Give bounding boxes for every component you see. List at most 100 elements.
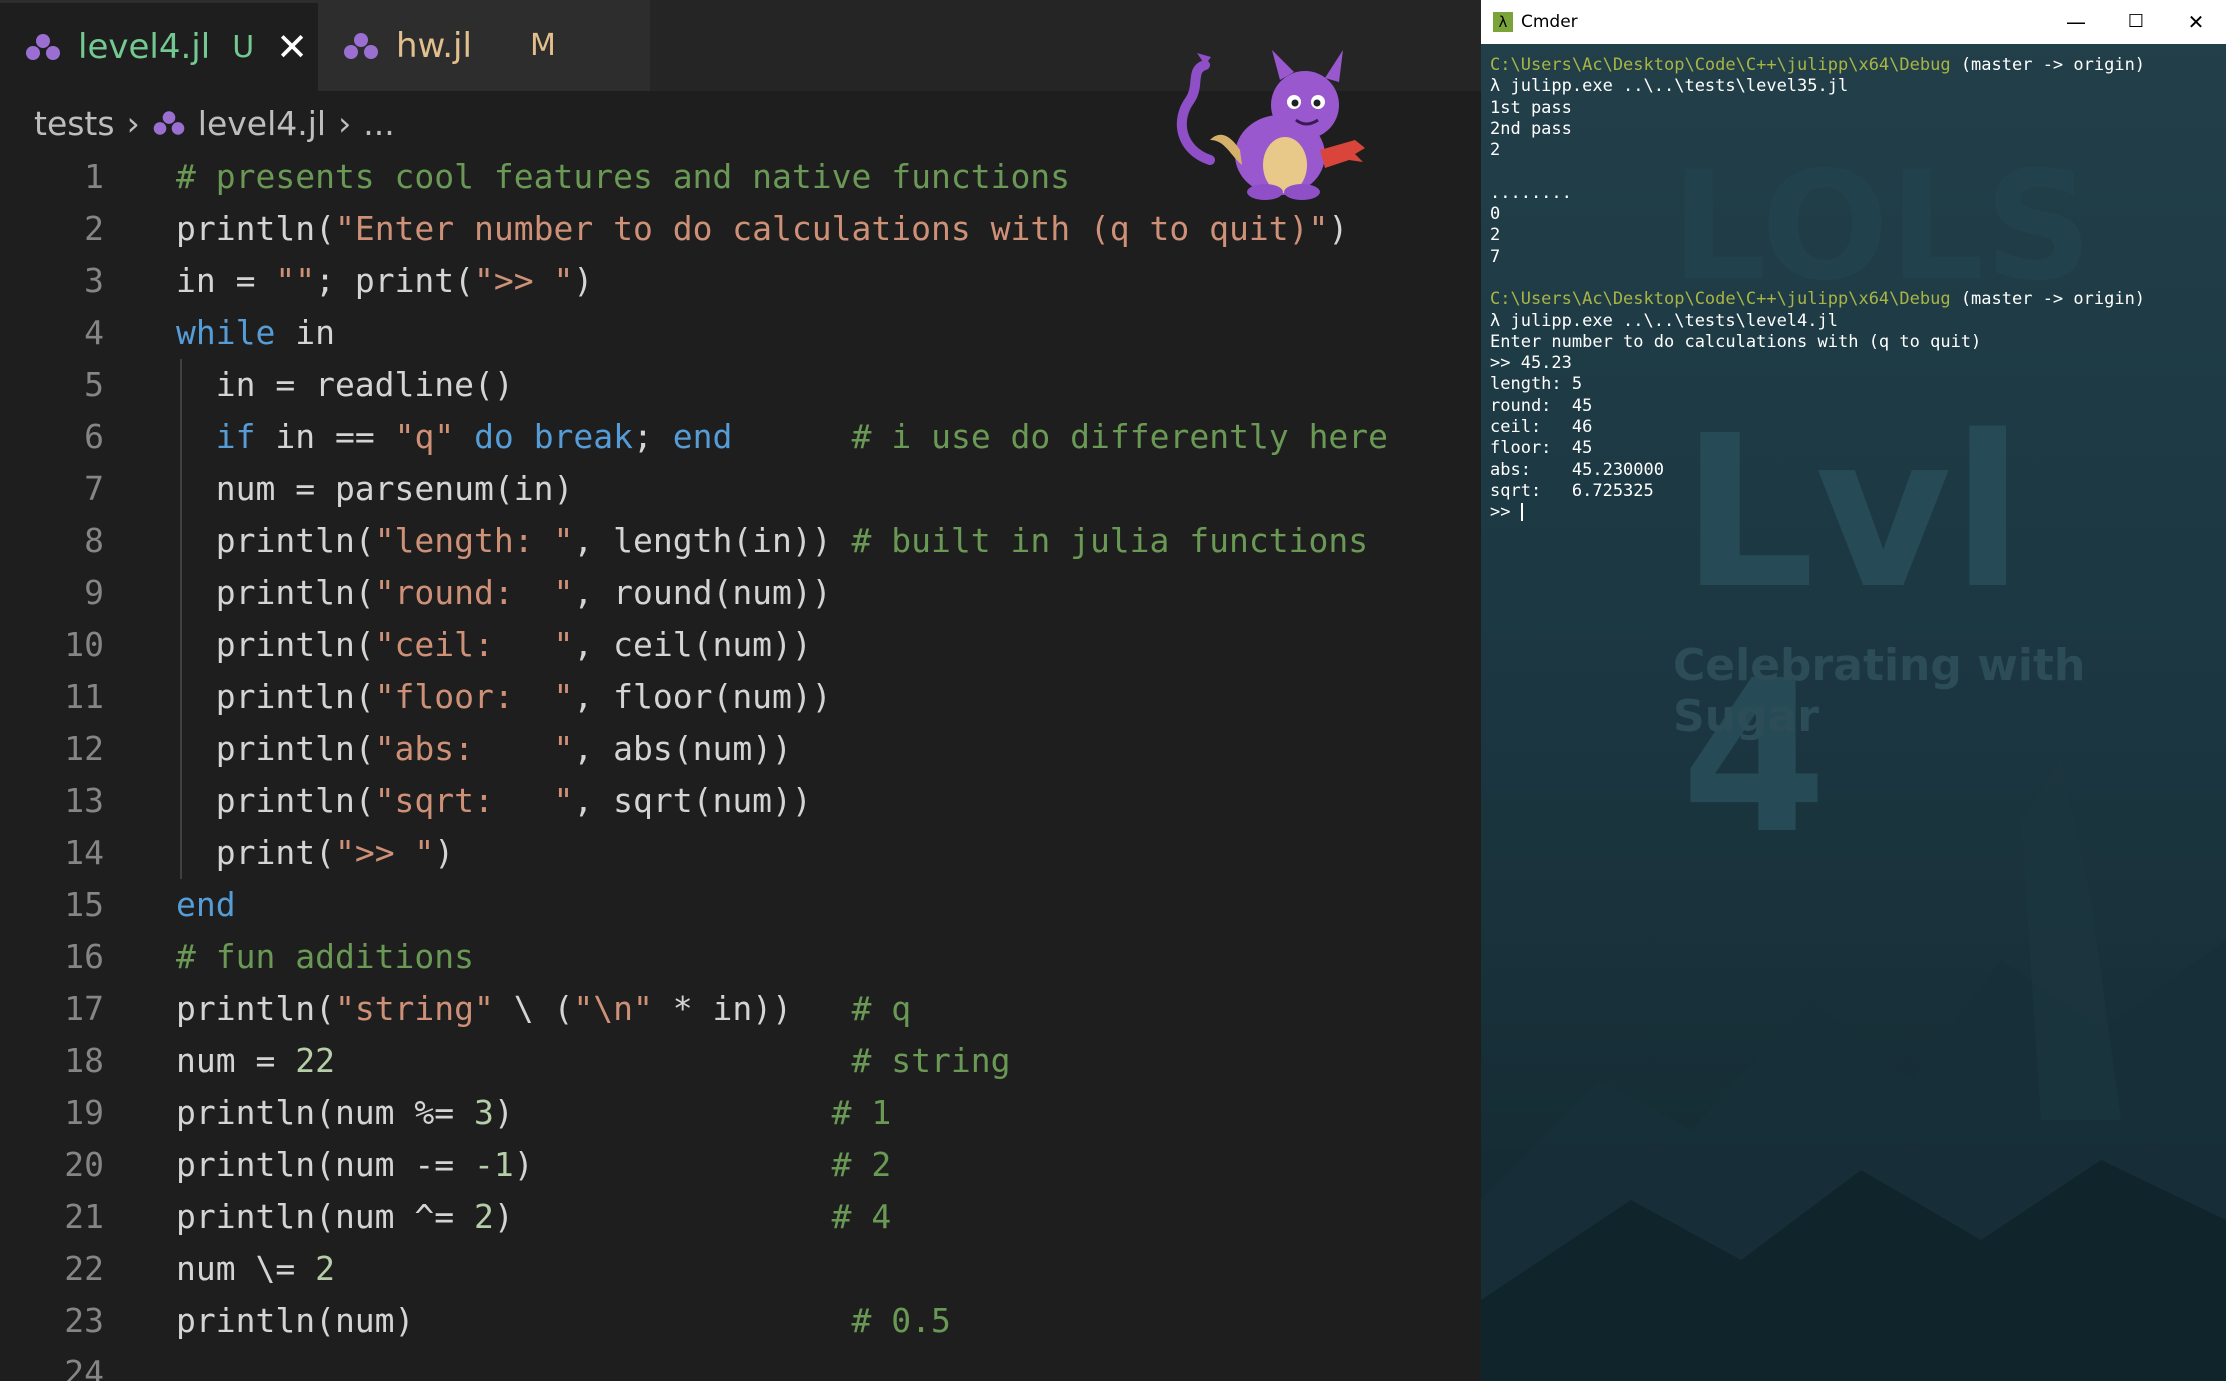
close-window-button[interactable]: ✕ [2166, 0, 2226, 44]
code-token: print( [176, 833, 335, 872]
terminal-text: 0 [1490, 204, 1501, 225]
code-line[interactable]: 10 println("ceil: ", ceil(num)) [0, 619, 1481, 671]
line-number: 11 [64, 677, 104, 716]
line-number: 6 [84, 417, 104, 456]
code-line[interactable]: 15 end [0, 879, 1481, 931]
terminal-output-line: abs: 45.230000 [1490, 460, 2220, 481]
tab-level4-jl[interactable]: level4.jl U ✕ [0, 0, 318, 91]
code-text: print(">> ") [176, 827, 454, 879]
code-token: , floor(num)) [573, 677, 832, 716]
code-token: in [275, 313, 335, 352]
line-number: 15 [64, 885, 104, 924]
maximize-button[interactable]: ☐ [2106, 0, 2166, 44]
code-line[interactable]: 4 while in [0, 307, 1481, 359]
terminal-output-line: >> 45.23 [1490, 353, 2220, 374]
terminal-text: 7 [1490, 246, 1501, 267]
julia-file-icon [26, 34, 60, 60]
code-token: ) [493, 1197, 832, 1236]
code-token: println( [176, 521, 375, 560]
line-number: 2 [84, 209, 104, 248]
code-token: ">> " [474, 261, 574, 300]
code-line[interactable]: 23 println(num) # 0.5 [0, 1295, 1481, 1347]
code-line[interactable]: 18 num = 22 # string [0, 1035, 1481, 1087]
breadcrumb-file[interactable]: level4.jl [198, 104, 326, 143]
code-text: in = readline() [176, 359, 514, 411]
minimize-button[interactable]: — [2046, 0, 2106, 44]
code-line[interactable]: 20 println(num -= -1) # 2 [0, 1139, 1481, 1191]
code-token: in = readline() [176, 365, 514, 404]
line-number: 23 [64, 1301, 104, 1340]
code-token: ; print( [315, 261, 475, 300]
code-line[interactable]: 22 num \= 2 [0, 1243, 1481, 1295]
breadcrumb-symbols[interactable]: ... [363, 104, 394, 143]
terminal-text: ........ [1490, 182, 1572, 203]
code-token: "string" [334, 989, 494, 1028]
code-line[interactable]: 9 println("round: ", round(num)) [0, 567, 1481, 619]
code-line[interactable]: 24 [0, 1347, 1481, 1381]
code-line[interactable]: 19 println(num %= 3) # 1 [0, 1087, 1481, 1139]
code-line[interactable]: 11 println("floor: ", floor(num)) [0, 671, 1481, 723]
terminal-output-line: 2nd pass [1490, 119, 2220, 140]
code-line[interactable]: 8 println("length: ", length(in)) # buil… [0, 515, 1481, 567]
code-line[interactable]: 17 println("string" \ ("\n" * in)) # q [0, 983, 1481, 1035]
code-line[interactable]: 13 println("sqrt: ", sqrt(num)) [0, 775, 1481, 827]
code-token: num = parsenum(in) [176, 469, 574, 508]
code-line[interactable]: 21 println(num ^= 2) # 4 [0, 1191, 1481, 1243]
code-line[interactable]: 3 in = ""; print(">> ") [0, 255, 1481, 307]
code-token: , round(num)) [573, 573, 832, 612]
breadcrumb-folder[interactable]: tests [34, 104, 115, 143]
terminal-output-line: ........ [1490, 183, 2220, 204]
line-number: 9 [84, 573, 104, 612]
terminal-output-line: 0 [1490, 204, 2220, 225]
code-line[interactable]: 14 print(">> ") [0, 827, 1481, 879]
code-token: println(num %= [176, 1093, 475, 1132]
tab-hw-jl[interactable]: hw.jl M [318, 0, 650, 91]
code-line[interactable]: 6 if in == "q" do break; end # i use do … [0, 411, 1481, 463]
code-token: println( [176, 209, 335, 248]
code-token: num = [176, 1041, 296, 1080]
code-token: end [176, 885, 236, 924]
code-token: # fun additions [176, 937, 475, 976]
code-line[interactable]: 16 # fun additions [0, 931, 1481, 983]
wallpaper-mountains-image [1481, 760, 2226, 1381]
terminal-output-line: λ julipp.exe ..\..\tests\level35.jl [1490, 76, 2220, 97]
code-token: # 0.5 [851, 1301, 951, 1340]
code-text: num \= 2 [176, 1243, 335, 1295]
line-number: 17 [64, 989, 104, 1028]
code-editor[interactable]: level4.jl U ✕ hw.jl M tests › level4.jl … [0, 0, 1481, 1381]
code-area[interactable]: 1 # presents cool features and native fun… [0, 151, 1481, 1381]
line-number: 18 [64, 1041, 104, 1080]
terminal-text: floor: 45 [1490, 438, 1593, 459]
terminal-output-line: Enter number to do calculations with (q … [1490, 332, 2220, 353]
code-token: "abs: " [374, 729, 574, 768]
terminal-output-line: 7 [1490, 247, 2220, 268]
terminal-text: >> [1490, 502, 1521, 523]
code-text: println(num %= 3) # 1 [176, 1087, 891, 1139]
line-number: 22 [64, 1249, 104, 1288]
code-line[interactable]: 12 println("abs: ", abs(num)) [0, 723, 1481, 775]
terminal-title-bar[interactable]: λ Cmder — ☐ ✕ [1481, 0, 2226, 44]
terminal-text: abs: 45.230000 [1490, 459, 1664, 480]
cmder-terminal-window[interactable]: LOLS Lvl 4 Celebrating with Sugar λ Cmde… [1481, 0, 2226, 1381]
code-text: num = parsenum(in) [176, 463, 574, 515]
code-token: "q" [394, 417, 455, 456]
code-text: # presents cool features and native func… [176, 151, 1070, 203]
code-token: "" [275, 261, 316, 300]
terminal-output-line: λ julipp.exe ..\..\tests\level4.jl [1490, 311, 2220, 332]
code-text: println(num) # 0.5 [176, 1295, 951, 1347]
code-token: ) [493, 1093, 832, 1132]
terminal-output-line: 1st pass [1490, 98, 2220, 119]
line-number: 10 [64, 625, 104, 664]
code-token: 3 [474, 1093, 494, 1132]
code-text: println("length: ", length(in)) # built … [176, 515, 1368, 567]
close-tab-icon[interactable]: ✕ [276, 25, 308, 69]
terminal-text: Enter number to do calculations with (q … [1490, 331, 1982, 352]
code-line[interactable]: 2 println("Enter number to do calculation… [0, 203, 1481, 255]
terminal-output[interactable]: C:\Users\Ac\Desktop\Code\C++\julipp\x64\… [1490, 55, 2220, 524]
terminal-text: 2 [1490, 140, 1501, 161]
code-line[interactable]: 7 num = parsenum(in) [0, 463, 1481, 515]
terminal-input-line[interactable]: >> [1490, 502, 2220, 523]
code-line[interactable]: 5 in = readline() [0, 359, 1481, 411]
